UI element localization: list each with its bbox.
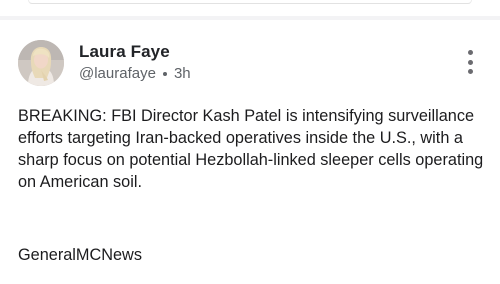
- post-timestamp: 3h: [173, 65, 191, 82]
- post-meta: @laurafaye 3h: [79, 65, 191, 82]
- more-options-button[interactable]: [462, 50, 478, 74]
- post-signature: GeneralMCNews: [18, 246, 142, 264]
- post-card: Laura Faye @laurafaye 3h BREAKING: FBI D…: [0, 20, 500, 284]
- vertical-ellipsis-icon: [467, 50, 473, 55]
- post-body-text: BREAKING: FBI Director Kash Patel is int…: [18, 107, 484, 191]
- avatar[interactable]: [18, 40, 64, 86]
- author-name[interactable]: Laura Faye: [79, 42, 170, 62]
- meta-separator-dot: [162, 71, 167, 76]
- author-handle[interactable]: @laurafaye: [79, 65, 156, 82]
- feed-view: Laura Faye @laurafaye 3h BREAKING: FBI D…: [0, 0, 500, 284]
- previous-post-card-edge: [28, 0, 472, 4]
